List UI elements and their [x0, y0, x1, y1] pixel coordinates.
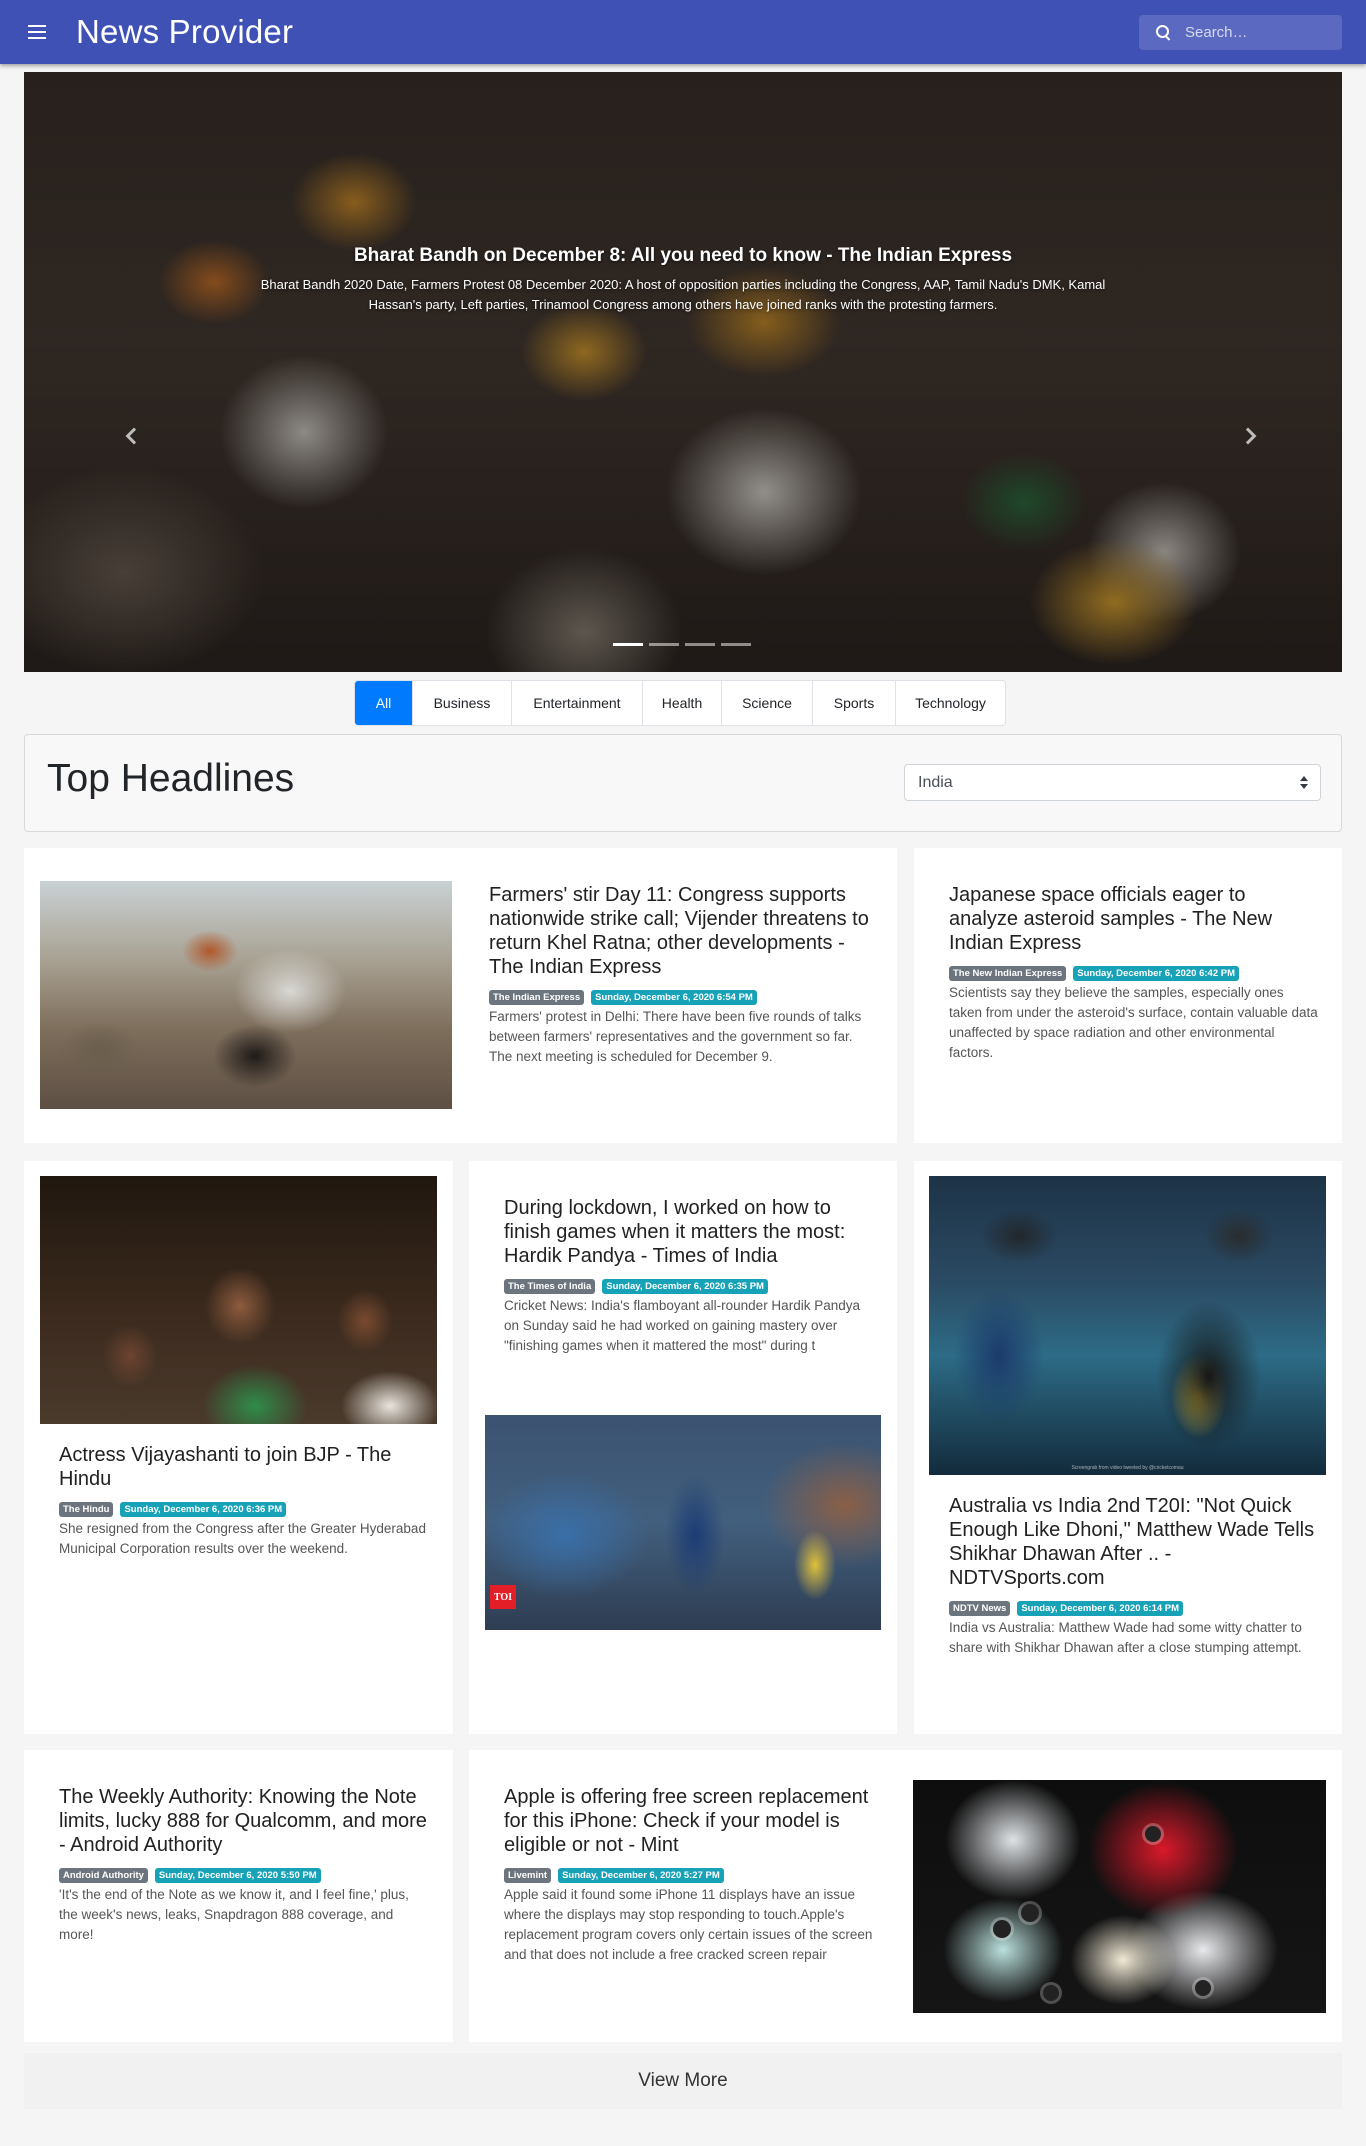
carousel-indicator[interactable]: [685, 643, 715, 646]
article-image[interactable]: Screengrab from video tweeted by @cricke…: [929, 1176, 1326, 1475]
article-meta: The Indian Express Sunday, December 6, 2…: [489, 990, 879, 1005]
date-badge: Sunday, December 6, 2020 6:14 PM: [1017, 1601, 1184, 1616]
article-meta: The Times of India Sunday, December 6, 2…: [504, 1279, 864, 1294]
article-image[interactable]: [913, 1780, 1326, 2013]
carousel-prev-icon[interactable]: [118, 422, 148, 452]
article-description: India vs Australia: Matthew Wade had som…: [949, 1620, 1302, 1655]
source-badge: The New Indian Express: [949, 966, 1067, 981]
article-title[interactable]: Australia vs India 2nd T20I: "Not Quick …: [949, 1494, 1319, 1590]
news-card[interactable]: Actress Vijayashanti to join BJP - The H…: [24, 1161, 453, 1734]
tab-business[interactable]: Business: [413, 681, 512, 725]
date-badge: Sunday, December 6, 2020 6:42 PM: [1073, 966, 1240, 981]
source-badge: The Indian Express: [489, 990, 585, 1005]
search-icon: [1155, 24, 1173, 42]
tab-entertainment[interactable]: Entertainment: [512, 681, 643, 725]
app-bar: News Provider: [0, 0, 1366, 64]
date-badge: Sunday, December 6, 2020 6:35 PM: [602, 1279, 768, 1294]
carousel-next-icon[interactable]: [1236, 422, 1266, 452]
page-title: Top Headlines: [47, 757, 295, 800]
article-description: Apple said it found some iPhone 11 displ…: [504, 1887, 873, 1962]
image-caption: Screengrab from video tweeted by @cricke…: [1071, 1465, 1184, 1471]
country-select[interactable]: India: [904, 764, 1321, 801]
hero-carousel[interactable]: Bharat Bandh on December 8: All you need…: [24, 72, 1342, 672]
article-description: She resigned from the Congress after the…: [59, 1521, 426, 1556]
card-body: Actress Vijayashanti to join BJP - The H…: [59, 1443, 429, 1559]
source-badge: Livemint: [504, 1868, 552, 1883]
news-card[interactable]: Apple is offering free screen replacemen…: [469, 1750, 1342, 2042]
select-caret-icon: [1300, 776, 1308, 790]
card-body: The Weekly Authority: Knowing the Note l…: [59, 1785, 429, 1945]
article-title[interactable]: The Weekly Authority: Knowing the Note l…: [59, 1785, 429, 1857]
carousel-indicators: [613, 643, 751, 646]
date-badge: Sunday, December 6, 2020 5:27 PM: [558, 1868, 724, 1883]
news-card[interactable]: Japanese space officials eager to analyz…: [914, 848, 1342, 1143]
news-card[interactable]: Farmers' stir Day 11: Congress supports …: [24, 848, 897, 1143]
search-box[interactable]: [1139, 15, 1342, 50]
date-badge: Sunday, December 6, 2020 6:36 PM: [120, 1502, 287, 1517]
card-body: Japanese space officials eager to analyz…: [949, 883, 1319, 1063]
carousel-indicator[interactable]: [613, 643, 643, 646]
hero-title[interactable]: Bharat Bandh on December 8: All you need…: [234, 242, 1132, 270]
search-input[interactable]: [1185, 24, 1335, 41]
carousel-indicator[interactable]: [721, 643, 751, 646]
article-image[interactable]: [40, 1176, 437, 1424]
article-meta: The Hindu Sunday, December 6, 2020 6:36 …: [59, 1502, 429, 1517]
news-card[interactable]: During lockdown, I worked on how to fini…: [469, 1161, 897, 1734]
article-title[interactable]: During lockdown, I worked on how to fini…: [504, 1196, 864, 1268]
country-select-value: India: [918, 773, 953, 791]
card-body: During lockdown, I worked on how to fini…: [504, 1196, 864, 1356]
article-description: 'It's the end of the Note as we know it,…: [59, 1887, 409, 1942]
hero-caption: Bharat Bandh on December 8: All you need…: [234, 242, 1132, 315]
date-badge: Sunday, December 6, 2020 6:54 PM: [591, 990, 757, 1005]
card-body: Australia vs India 2nd T20I: "Not Quick …: [949, 1494, 1319, 1658]
article-meta: Android Authority Sunday, December 6, 20…: [59, 1868, 429, 1883]
news-card[interactable]: The Weekly Authority: Knowing the Note l…: [24, 1750, 453, 2042]
tab-health[interactable]: Health: [643, 681, 722, 725]
tab-technology[interactable]: Technology: [896, 681, 1005, 725]
app-title: News Provider: [76, 13, 294, 50]
menu-icon[interactable]: [22, 17, 52, 47]
tab-science[interactable]: Science: [722, 681, 813, 725]
toi-logo: TOI: [490, 1585, 516, 1609]
article-description: Cricket News: India's flamboyant all-rou…: [504, 1298, 860, 1353]
article-meta: NDTV News Sunday, December 6, 2020 6:14 …: [949, 1601, 1319, 1616]
card-body: Apple is offering free screen replacemen…: [504, 1785, 884, 1965]
tab-all[interactable]: All: [355, 681, 413, 725]
category-tabs: All Business Entertainment Health Scienc…: [354, 680, 1006, 726]
headlines-header: Top Headlines India: [24, 734, 1342, 832]
source-badge: NDTV News: [949, 1601, 1011, 1616]
article-title[interactable]: Apple is offering free screen replacemen…: [504, 1785, 884, 1857]
hero-description: Bharat Bandh 2020 Date, Farmers Protest …: [260, 277, 1106, 312]
article-meta: Livemint Sunday, December 6, 2020 5:27 P…: [504, 1868, 884, 1883]
tab-sports[interactable]: Sports: [813, 681, 896, 725]
article-title[interactable]: Farmers' stir Day 11: Congress supports …: [489, 883, 879, 979]
article-title[interactable]: Actress Vijayashanti to join BJP - The H…: [59, 1443, 429, 1491]
source-badge: The Hindu: [59, 1502, 114, 1517]
article-description: Scientists say they believe the samples,…: [949, 985, 1318, 1060]
card-body: Farmers' stir Day 11: Congress supports …: [489, 883, 879, 1067]
source-badge: Android Authority: [59, 1868, 148, 1883]
article-description: Farmers' protest in Delhi: There have be…: [489, 1009, 862, 1064]
view-more-button[interactable]: View More: [24, 2053, 1342, 2109]
article-title[interactable]: Japanese space officials eager to analyz…: [949, 883, 1319, 955]
article-image[interactable]: [40, 881, 452, 1109]
article-image[interactable]: TOI: [485, 1415, 881, 1630]
source-badge: The Times of India: [504, 1279, 596, 1294]
article-meta: The New Indian Express Sunday, December …: [949, 966, 1319, 981]
date-badge: Sunday, December 6, 2020 5:50 PM: [154, 1868, 321, 1883]
news-card[interactable]: Screengrab from video tweeted by @cricke…: [914, 1161, 1342, 1734]
carousel-indicator[interactable]: [649, 643, 679, 646]
